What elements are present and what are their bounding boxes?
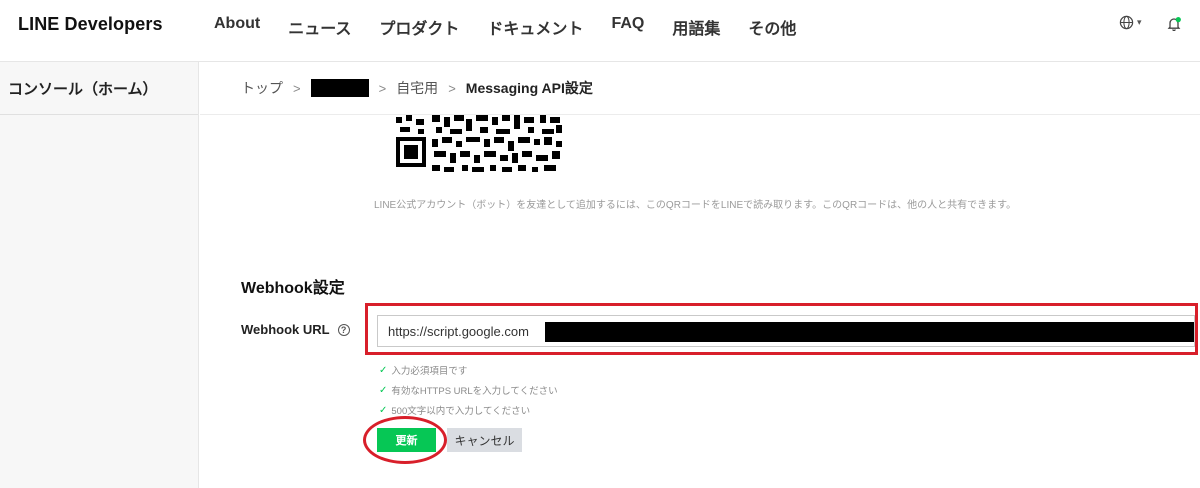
breadcrumb: トップ > > 自宅用 > Messaging API設定	[241, 78, 593, 98]
chevron-right-icon: >	[448, 80, 456, 96]
nav-other[interactable]: その他	[748, 15, 796, 39]
notification-button[interactable]	[1166, 16, 1182, 37]
validation-text: 入力必須項目です	[391, 366, 468, 377]
divider	[200, 114, 1200, 115]
cancel-button[interactable]: キャンセル	[447, 428, 522, 452]
top-navigation: LINE Developers About ニュース プロダクト ドキュメント …	[0, 0, 1200, 62]
language-selector[interactable]: ▾	[1119, 15, 1142, 30]
breadcrumb-channel[interactable]: 自宅用	[396, 78, 438, 98]
validation-item: ✓ 入力必須項目です	[379, 360, 558, 380]
breadcrumb-current: Messaging API設定	[465, 80, 593, 96]
highlight-circle	[363, 416, 447, 464]
check-icon: ✓	[379, 364, 388, 376]
nav-documents[interactable]: ドキュメント	[487, 15, 583, 39]
qr-code-icon	[396, 115, 562, 172]
site-logo[interactable]: LINE Developers	[18, 14, 163, 35]
redacted-provider	[310, 79, 369, 97]
validation-text: 有効なHTTPS URLを入力してください	[391, 386, 558, 397]
nav-about[interactable]: About	[214, 15, 260, 39]
nav-products[interactable]: プロダクト	[379, 15, 459, 39]
check-icon: ✓	[379, 404, 388, 416]
nav-menu: About ニュース プロダクト ドキュメント FAQ 用語集 その他	[214, 15, 824, 39]
help-icon[interactable]: ?	[337, 323, 350, 336]
chevron-right-icon: >	[293, 80, 301, 96]
nav-faq[interactable]: FAQ	[611, 15, 644, 39]
webhook-url-label-text: Webhook URL	[241, 322, 330, 337]
redacted-url-part	[545, 322, 1194, 342]
chevron-right-icon: >	[378, 80, 387, 96]
qr-hint-text: LINE公式アカウント（ボット）を友達として追加するには、このQRコードをLIN…	[374, 200, 1017, 211]
breadcrumb-top[interactable]: トップ	[241, 78, 283, 98]
bell-icon	[1167, 17, 1181, 32]
sidebar-item-label: コンソール（ホーム）	[8, 81, 158, 98]
sidebar-item-console-home[interactable]: コンソール（ホーム）	[0, 62, 198, 115]
webhook-url-value: https://script.google.com	[388, 323, 529, 339]
validation-list: ✓ 入力必須項目です ✓ 有効なHTTPS URLを入力してください ✓ 500…	[379, 360, 558, 420]
nav-glossary[interactable]: 用語集	[672, 15, 720, 39]
check-icon: ✓	[379, 384, 388, 396]
chevron-down-icon: ▾	[1137, 17, 1142, 27]
validation-text: 500文字以内で入力してください	[391, 406, 531, 417]
sidebar: コンソール（ホーム）	[0, 62, 199, 488]
nav-news[interactable]: ニュース	[288, 15, 351, 39]
validation-item: ✓ 有効なHTTPS URLを入力してください	[379, 380, 558, 400]
globe-icon	[1119, 15, 1134, 30]
qr-code-image	[396, 115, 564, 173]
section-title-webhook: Webhook設定	[241, 280, 345, 297]
webhook-url-label: Webhook URL ?	[241, 322, 350, 337]
